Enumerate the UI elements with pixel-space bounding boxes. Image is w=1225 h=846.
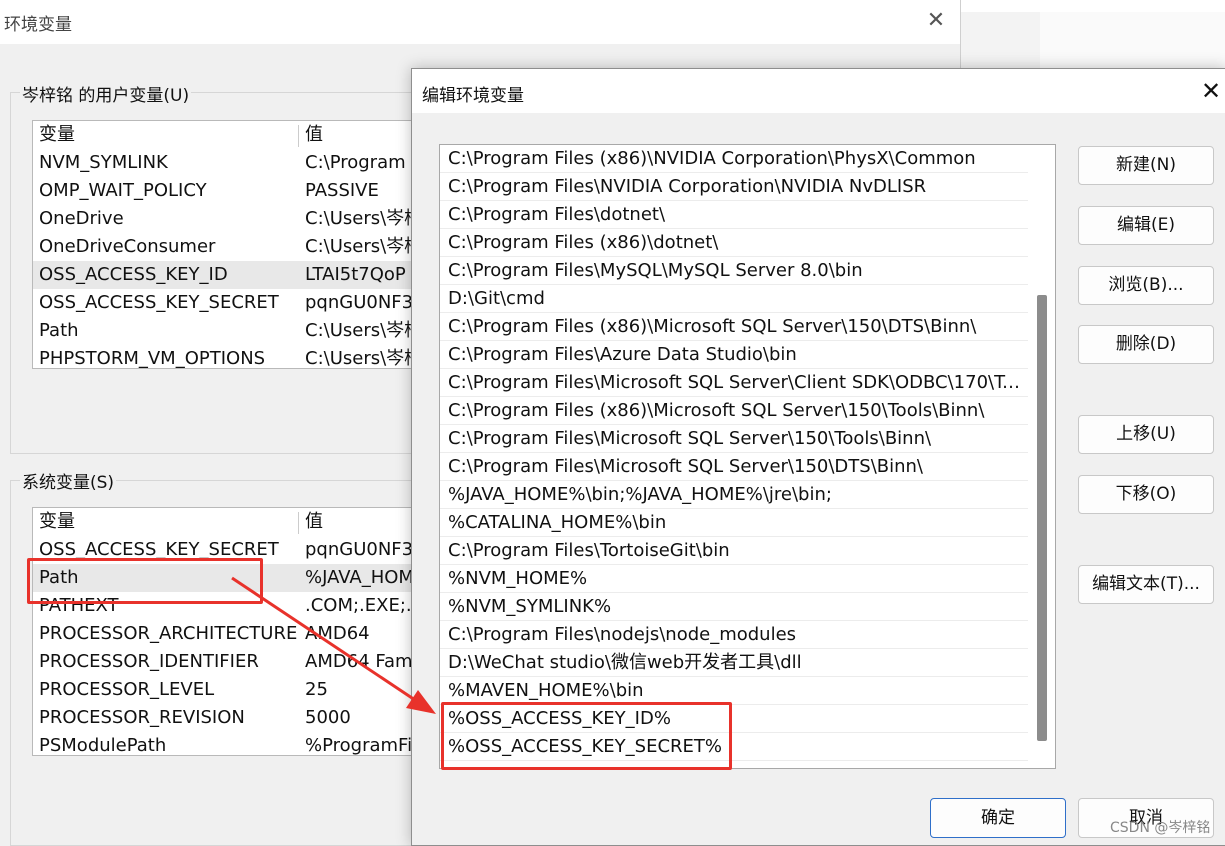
arrow-head <box>406 690 436 714</box>
watermark: CSDN @岑梓铭 <box>1110 820 1211 836</box>
arrow-line <box>231 576 419 704</box>
annotation-arrow <box>231 576 436 714</box>
